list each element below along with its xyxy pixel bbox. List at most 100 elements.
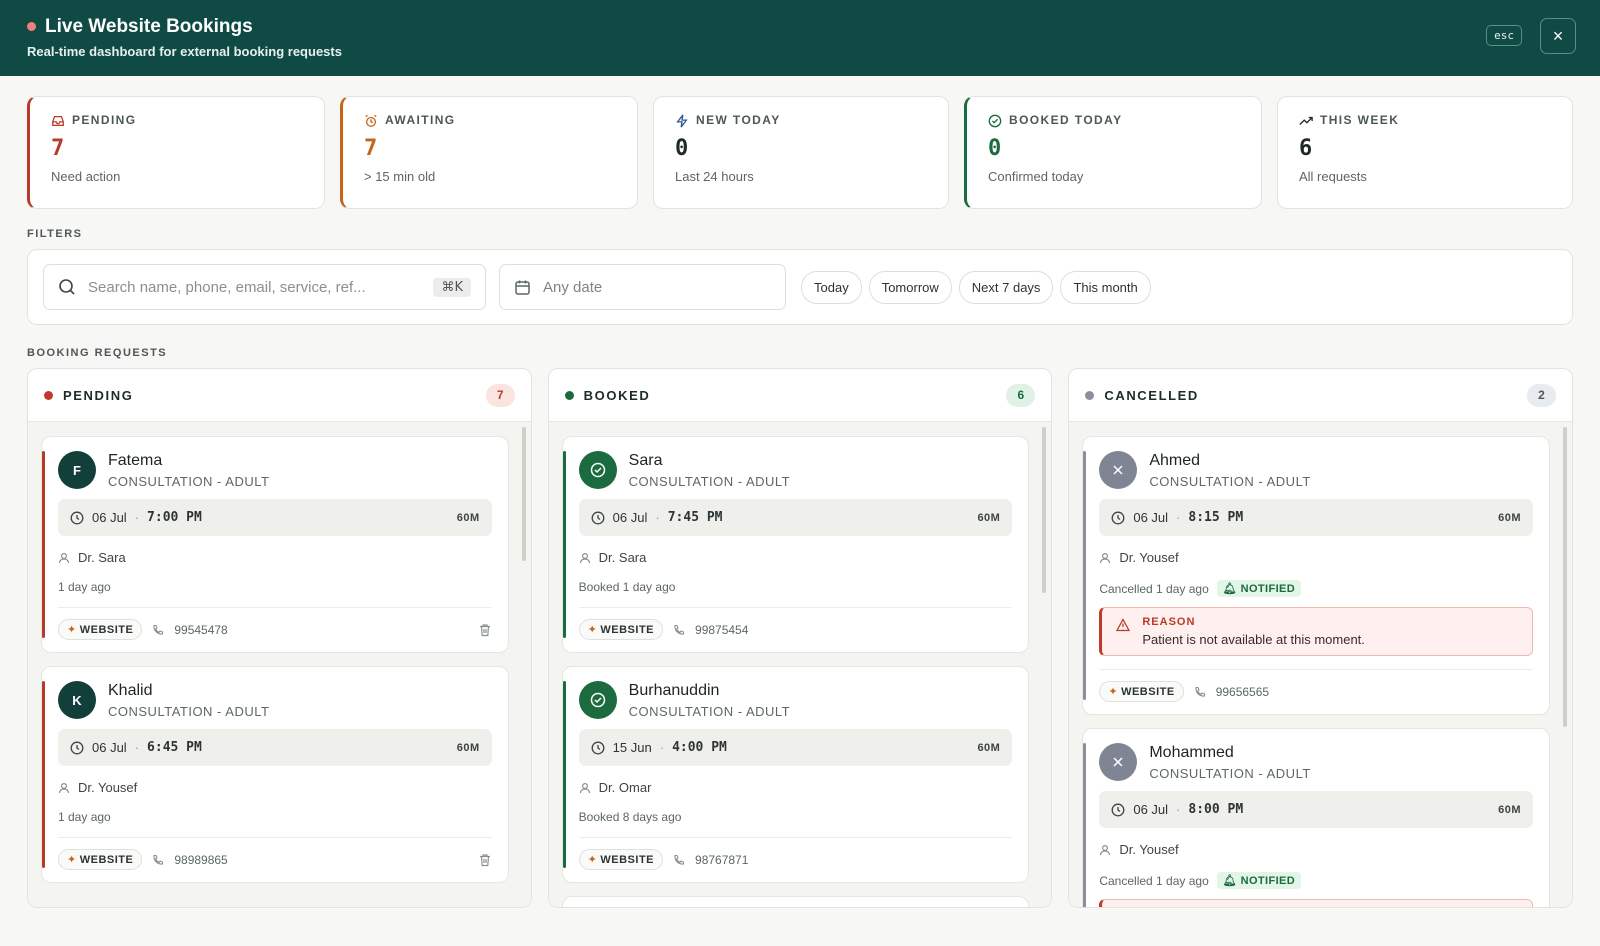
check-circle-icon [578,681,617,719]
patient-name: Mohammed [1149,743,1234,761]
appointment-time: 8:15 PM [1188,510,1244,525]
phone-number: 99545478 [174,622,228,637]
date-picker[interactable]: Any date [499,264,786,310]
notified-badge: 🔔︎ NOTIFIED [1216,580,1302,597]
stat-card-new-today[interactable]: NEW TODAY 0 Last 24 hours [653,96,949,209]
chip-next-7-days[interactable]: Next 7 days [958,270,1054,304]
search-box[interactable]: ⌘K [43,264,486,310]
request-age: Cancelled 1 day ago [1099,873,1209,888]
column-title: CANCELLED [1104,387,1199,403]
chip-tomorrow[interactable]: Tomorrow [868,270,952,304]
column-scrollbar[interactable] [1563,427,1568,727]
appointment-duration: 60M [456,511,480,524]
phone-icon [152,854,164,866]
person-icon [579,782,591,794]
column-count-badge: 2 [1527,383,1557,407]
appointment-date: 06 Jul [92,510,127,525]
service-name: CONSULTATION - ADULT [1149,473,1311,489]
booking-card[interactable]: Mohammed CONSULTATION - ADULT 06 Jul · 8… [1082,728,1551,907]
booking-card[interactable]: K Khalid CONSULTATION - ADULT 06 Jul · 6… [41,666,509,883]
chip-today[interactable]: Today [801,270,862,304]
check-circle-icon [988,113,1002,128]
chip-this-month[interactable]: This month [1060,270,1151,304]
appointment-date: 15 Jun [612,740,652,755]
booking-card-partial[interactable] [561,896,1030,907]
stat-value: 7 [51,136,65,161]
person-icon [579,552,591,564]
booking-card[interactable]: F Fatema CONSULTATION - ADULT 06 Jul · 7… [41,436,509,653]
appointment-duration: 60M [977,741,1001,754]
appointment-time-bar: 06 Jul · 6:45 PM 60M [58,729,492,766]
stat-label: AWAITING [385,113,456,127]
stat-card-pending[interactable]: PENDING 7 Need action [27,96,325,209]
search-shortcut-hint: ⌘K [433,277,471,297]
doctor-name: Dr. Yousef [78,780,138,795]
sparkle-icon: ✦ [67,854,77,866]
cancelled-column: CANCELLED 2 Ahmed CONSULTATION - ADULT 0… [1068,368,1574,908]
column-scrollbar[interactable] [1042,427,1047,593]
column-body: F Fatema CONSULTATION - ADULT 06 Jul · 7… [28,422,531,907]
clock-icon [70,511,84,525]
stat-label: THIS WEEK [1320,113,1400,127]
calendar-icon [514,279,531,296]
appointment-duration: 60M [1498,803,1522,816]
trash-icon[interactable] [478,853,492,867]
column-title: BOOKED [583,387,651,403]
request-age: 1 day ago [58,580,111,594]
search-input[interactable] [88,278,422,296]
booking-card[interactable]: Burhanuddin CONSULTATION - ADULT 15 Jun … [561,666,1030,883]
live-indicator-dot [27,22,36,32]
request-age: Booked 1 day ago [578,580,676,594]
doctor-name: Dr. Sara [78,550,126,565]
warning-icon [1116,618,1131,632]
stats-row: PENDING 7 Need action AWAITING 7 > 15 mi… [27,96,1573,209]
sparkle-icon: ✦ [587,854,598,866]
column-body: Ahmed CONSULTATION - ADULT 06 Jul · 8:15… [1069,422,1573,907]
page-subtitle: Real-time dashboard for external booking… [27,44,342,59]
trend-up-icon [1299,113,1313,127]
request-age: Booked 8 days ago [578,810,682,824]
request-age: Cancelled 1 day ago [1099,581,1209,596]
column-scrollbar[interactable] [521,427,526,561]
phone-icon [673,854,685,866]
stat-card-awaiting[interactable]: AWAITING 7 > 15 min old [340,96,638,209]
stat-sub: > 15 min old [364,169,436,184]
booking-columns: PENDING 7 F Fatema CONSULTATION - ADULT [27,368,1574,908]
appointment-time-bar: 06 Jul · 8:00 PM 60M [1099,791,1534,828]
appointment-time: 6:45 PM [147,740,202,755]
esc-shortcut-hint: esc [1486,25,1522,46]
patient-name: Ahmed [1149,451,1201,469]
sparkle-icon: ✦ [1108,686,1119,698]
service-name: CONSULTATION - ADULT [108,703,270,719]
stat-card-this-week[interactable]: THIS WEEK 6 All requests [1277,96,1573,209]
trash-icon[interactable] [478,623,492,637]
x-circle-icon [1099,743,1138,781]
source-badge: ✦ WEBSITE [578,849,664,870]
close-button[interactable]: × [1540,18,1576,54]
alarm-icon [364,113,378,127]
doctor-name: Dr. Omar [598,780,652,795]
phone-number: 98767871 [695,852,749,867]
status-dot [44,390,53,400]
dashboard-header: Live Website Bookings Real-time dashboar… [0,0,1600,76]
cancellation-reason: REASON Patient is not available at this … [1099,607,1534,656]
patient-name: Khalid [108,681,153,699]
page-title: Live Website Bookings [45,16,253,37]
booking-card[interactable]: Ahmed CONSULTATION - ADULT 06 Jul · 8:15… [1082,436,1551,715]
column-title: PENDING [63,387,134,403]
stat-card-booked-today[interactable]: BOOKED TODAY 0 Confirmed today [964,96,1262,209]
request-age: 1 day ago [58,810,111,824]
column-count-badge: 6 [1006,383,1036,407]
source-badge: ✦ WEBSITE [58,619,143,640]
appointment-date: 06 Jul [1133,510,1169,525]
x-circle-icon [1099,451,1138,489]
source-badge: ✦ WEBSITE [1099,681,1184,702]
appointment-time-bar: 06 Jul · 7:00 PM 60M [58,499,492,536]
column-count-badge: 7 [485,383,515,407]
booking-card[interactable]: Sara CONSULTATION - ADULT 06 Jul · 7:45 … [561,436,1030,653]
column-header: CANCELLED 2 [1069,369,1573,422]
booked-column: BOOKED 6 Sara CONSULTATION - ADULT 06 Ju… [547,368,1053,908]
stat-value: 6 [1299,136,1313,161]
doctor-name: Dr. Yousef [1119,842,1179,857]
clock-icon [591,511,605,525]
